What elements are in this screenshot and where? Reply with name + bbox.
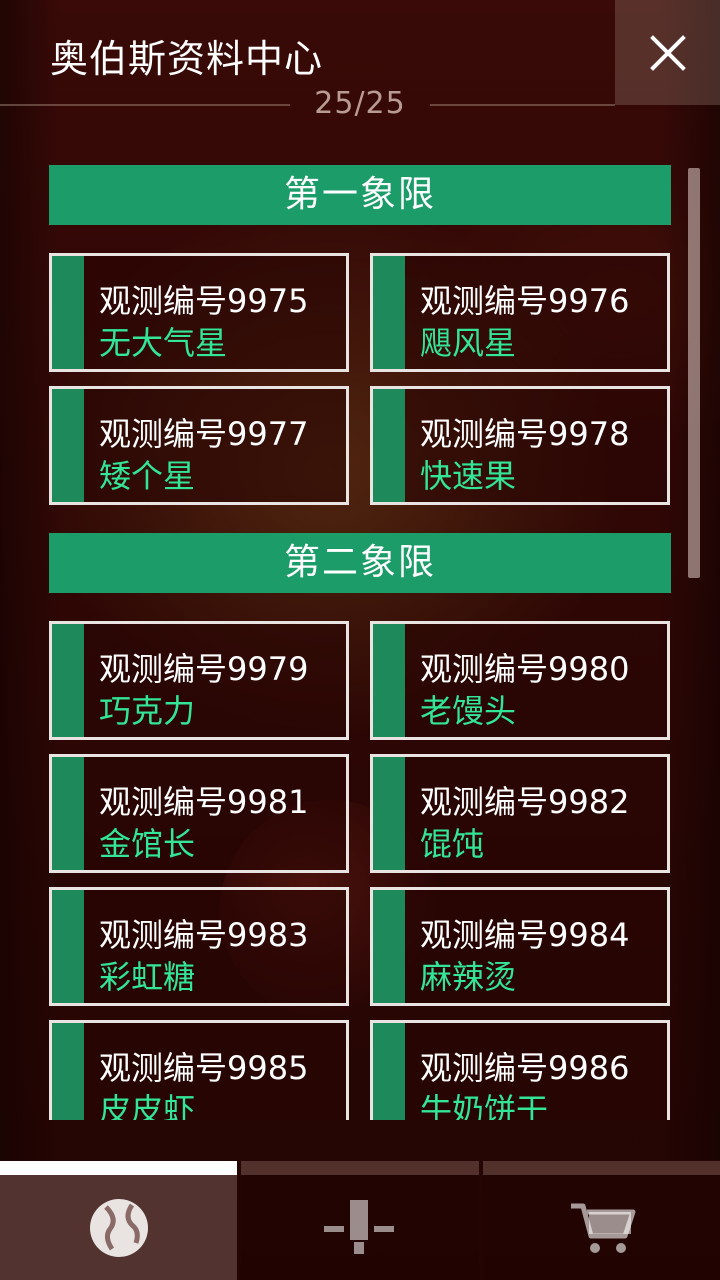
- planet-name: 金馆长: [99, 825, 196, 863]
- close-icon: [649, 34, 686, 71]
- planet-name: 皮皮虾: [99, 1091, 196, 1120]
- observation-code: 观测编号9980: [420, 650, 630, 688]
- observation-card[interactable]: 观测编号9981 金馆长: [49, 754, 349, 873]
- card-accent-stripe: [52, 389, 84, 502]
- observation-code: 观测编号9977: [99, 415, 309, 453]
- quadrant-section: 第二象限 观测编号9979 巧克力 观测编号9980 老馒头 观测编号9981 金馆长 观测编…: [48, 533, 672, 1120]
- card-accent-stripe: [373, 624, 405, 737]
- observation-grid: 观测编号9979 巧克力 观测编号9980 老馒头 观测编号9981 金馆长 观测编号998…: [49, 621, 672, 1120]
- card-accent-stripe: [373, 256, 405, 369]
- observation-code: 观测编号9983: [99, 916, 309, 954]
- planet-name: 牛奶饼干: [420, 1091, 549, 1120]
- nav-indicator: [241, 1161, 479, 1175]
- planet-name: 矮个星: [99, 457, 196, 495]
- nav-indicator: [483, 1161, 720, 1175]
- nav-tab-planets[interactable]: [0, 1175, 237, 1280]
- nav-tab-shop[interactable]: [483, 1175, 720, 1280]
- nav-tab-telescope[interactable]: [241, 1175, 479, 1280]
- card-accent-stripe: [52, 1023, 84, 1120]
- collection-counter: 25/25: [314, 86, 406, 121]
- page-title: 奥伯斯资料中心: [50, 37, 324, 81]
- cart-icon: [570, 1203, 635, 1253]
- observation-card[interactable]: 观测编号9979 巧克力: [49, 621, 349, 740]
- observation-code: 观测编号9976: [420, 282, 630, 320]
- observation-code: 观测编号9975: [99, 282, 309, 320]
- card-accent-stripe: [373, 890, 405, 1003]
- card-accent-stripe: [373, 389, 405, 502]
- card-accent-stripe: [52, 757, 84, 870]
- observation-card[interactable]: 观测编号9977 矮个星: [49, 386, 349, 505]
- observation-card[interactable]: 观测编号9976 飓风星: [370, 253, 670, 372]
- observation-code: 观测编号9979: [99, 650, 309, 688]
- planet-name: 彩虹糖: [99, 958, 196, 996]
- planet-name: 快速果: [420, 457, 517, 495]
- observation-card[interactable]: 观测编号9986 牛奶饼干: [370, 1020, 670, 1120]
- observation-code: 观测编号9984: [420, 916, 630, 954]
- observation-code: 观测编号9978: [420, 415, 630, 453]
- card-accent-stripe: [52, 890, 84, 1003]
- scrollbar-thumb[interactable]: [688, 168, 700, 578]
- planet-name: 老馒头: [420, 692, 517, 730]
- observation-card[interactable]: 观测编号9982 馄饨: [370, 754, 670, 873]
- section-header: 第二象限: [49, 533, 671, 593]
- observation-grid: 观测编号9975 无大气星 观测编号9976 飓风星 观测编号9977 矮个星 观测编号99…: [49, 253, 672, 505]
- observation-code: 观测编号9985: [99, 1049, 309, 1087]
- header-divider-left: [0, 104, 290, 106]
- planet-name: 馄饨: [420, 825, 485, 863]
- telescope-icon: [324, 1199, 394, 1254]
- card-accent-stripe: [373, 757, 405, 870]
- observation-card[interactable]: 观测编号9975 无大气星: [49, 253, 349, 372]
- card-accent-stripe: [52, 256, 84, 369]
- observation-card[interactable]: 观测编号9984 麻辣烫: [370, 887, 670, 1006]
- nav-indicator-selected: [0, 1161, 237, 1175]
- observation-code: 观测编号9981: [99, 783, 309, 821]
- planet-name: 飓风星: [420, 324, 517, 362]
- observation-code: 观测编号9982: [420, 783, 630, 821]
- section-header: 第一象限: [49, 165, 671, 225]
- observation-card[interactable]: 观测编号9983 彩虹糖: [49, 887, 349, 1006]
- observation-card[interactable]: 观测编号9980 老馒头: [370, 621, 670, 740]
- planet-name: 麻辣烫: [420, 958, 517, 996]
- close-button[interactable]: [615, 0, 720, 105]
- card-accent-stripe: [52, 624, 84, 737]
- observation-code: 观测编号9986: [420, 1049, 630, 1087]
- catalog-list[interactable]: 第一象限 观测编号9975 无大气星 观测编号9976 飓风星 观测编号9977 矮个星 观测…: [48, 165, 672, 1120]
- planet-name: 巧克力: [99, 692, 196, 730]
- header-divider-right: [430, 104, 615, 106]
- planet-icon: [89, 1198, 148, 1257]
- quadrant-section: 第一象限 观测编号9975 无大气星 观测编号9976 飓风星 观测编号9977 矮个星 观测…: [48, 165, 672, 505]
- observation-card[interactable]: 观测编号9985 皮皮虾: [49, 1020, 349, 1120]
- planet-name: 无大气星: [99, 324, 228, 362]
- card-accent-stripe: [373, 1023, 405, 1120]
- observation-card[interactable]: 观测编号9978 快速果: [370, 386, 670, 505]
